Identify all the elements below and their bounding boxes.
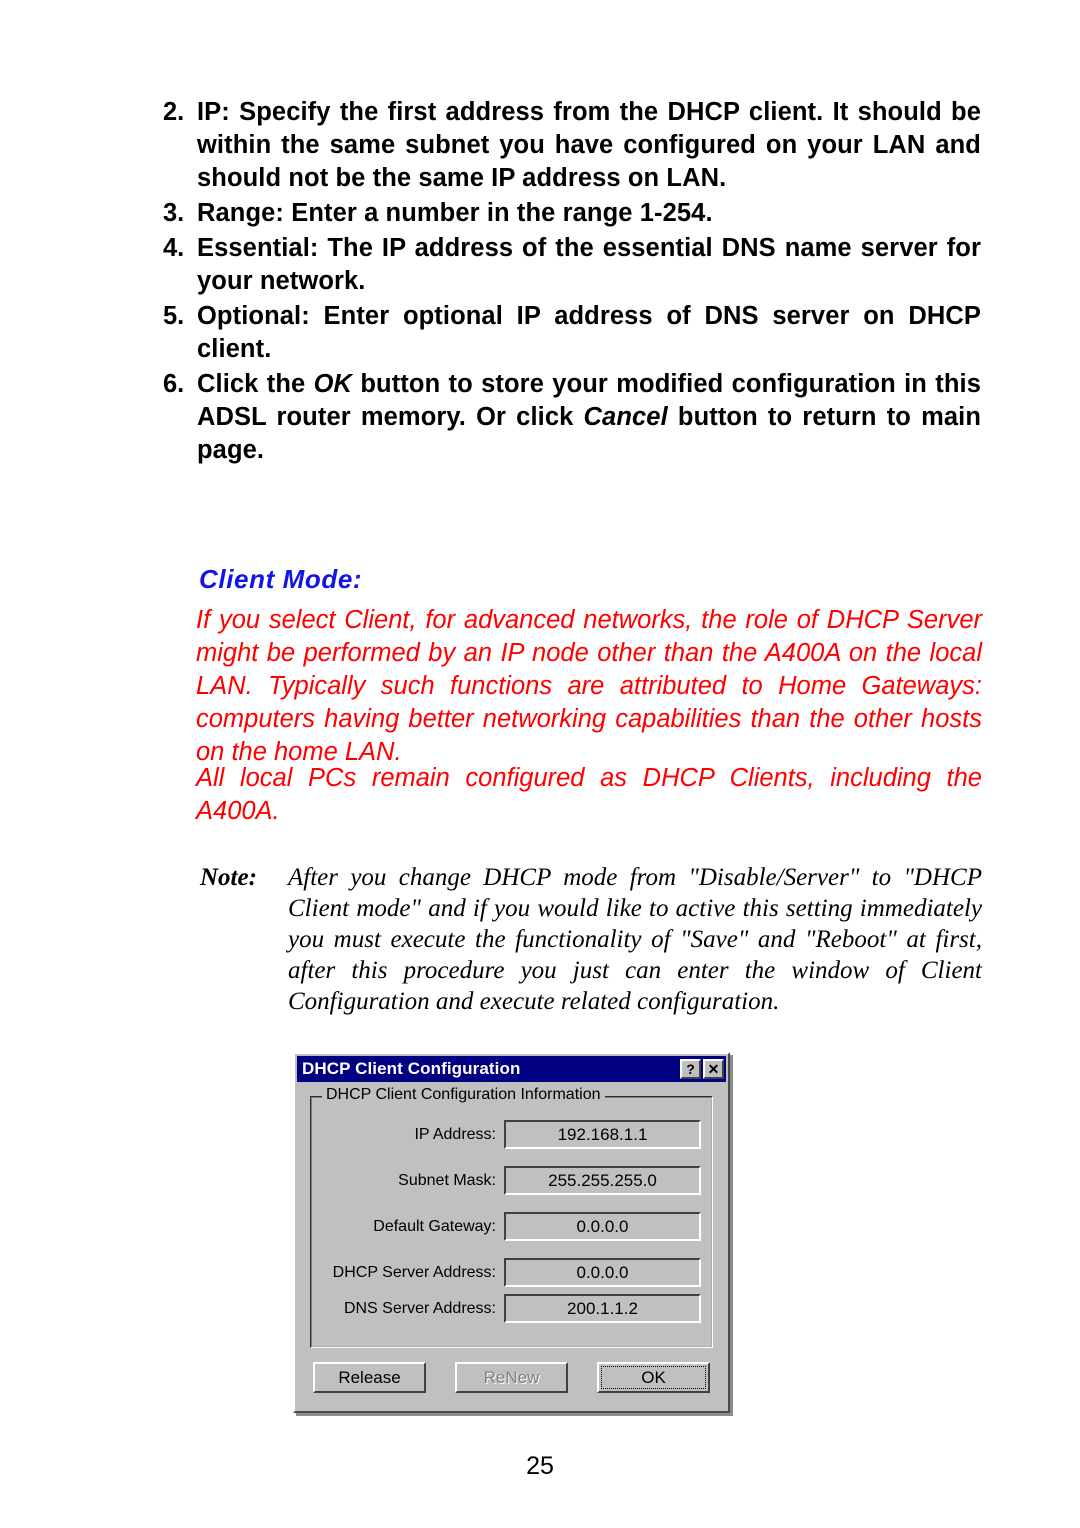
list-item: 5. Optional: Enter optional IP address o… xyxy=(163,300,981,366)
note-block: Note: After you change DHCP mode from "D… xyxy=(200,862,982,1017)
groupbox-legend: DHCP Client Configuration Information xyxy=(322,1086,605,1104)
subnet-mask-field[interactable]: 255.255.255.0 xyxy=(504,1166,701,1195)
list-item-text: Range: Enter a number in the range 1-254… xyxy=(197,199,713,227)
help-icon[interactable]: ? xyxy=(680,1059,701,1079)
note-text: After you change DHCP mode from "Disable… xyxy=(288,864,982,1015)
client-mode-paragraph-2: All local PCs remain configured as DHCP … xyxy=(196,764,982,825)
renew-button: ReNew xyxy=(455,1362,568,1393)
dhcp-server-address-label: DHCP Server Address: xyxy=(332,1263,496,1281)
client-mode-heading: Client Mode: xyxy=(199,564,363,594)
list-item-marker: 4. xyxy=(163,234,185,262)
list-item-marker: 3. xyxy=(163,199,185,227)
list-item: 3. Range: Enter a number in the range 1-… xyxy=(163,197,981,230)
release-button[interactable]: Release xyxy=(313,1362,426,1393)
list-item-text-part1: Click the xyxy=(197,370,314,398)
list-item-text: Optional: Enter optional IP address of D… xyxy=(197,302,981,363)
instruction-list: 2. IP: Specify the first address from th… xyxy=(163,96,981,469)
list-item-marker: 2. xyxy=(163,98,185,126)
list-item-text: IP: Specify the first address from the D… xyxy=(197,98,981,192)
list-item-text: Click the OK button to store your modifi… xyxy=(197,368,981,467)
configuration-information-groupbox: DHCP Client Configuration Information IP… xyxy=(310,1086,713,1348)
field-row-default-gateway: Default Gateway: 0.0.0.0 xyxy=(322,1212,701,1241)
dns-server-address-field[interactable]: 200.1.1.2 xyxy=(504,1294,701,1323)
close-icon[interactable]: ✕ xyxy=(703,1059,724,1079)
list-item: 2. IP: Specify the first address from th… xyxy=(163,96,981,195)
default-gateway-label: Default Gateway: xyxy=(373,1217,496,1235)
field-row-ip-address: IP Address: 192.168.1.1 xyxy=(322,1120,701,1149)
dhcp-client-configuration-dialog: DHCP Client Configuration ? ✕ DHCP Clien… xyxy=(293,1052,730,1413)
dialog-button-row: Release ReNew OK xyxy=(295,1348,728,1411)
list-item-marker: 5. xyxy=(163,302,185,330)
ok-emphasis: OK xyxy=(313,370,353,398)
list-item-six: 6. Click the OK button to store your mod… xyxy=(163,368,981,467)
dialog-title: DHCP Client Configuration xyxy=(302,1059,521,1078)
subnet-mask-label: Subnet Mask: xyxy=(398,1171,496,1189)
cancel-emphasis: Cancel xyxy=(583,403,668,431)
default-gateway-field[interactable]: 0.0.0.0 xyxy=(504,1212,701,1241)
field-row-subnet-mask: Subnet Mask: 255.255.255.0 xyxy=(322,1166,701,1195)
list-item-text: Essential: The IP address of the essenti… xyxy=(197,234,981,295)
dialog-titlebar[interactable]: DHCP Client Configuration ? ✕ xyxy=(297,1056,726,1082)
page-number: 25 xyxy=(526,1452,554,1480)
note-label: Note: xyxy=(200,864,257,891)
ok-button[interactable]: OK xyxy=(597,1362,710,1393)
list-item-marker: 6. xyxy=(163,370,185,398)
ip-address-label: IP Address: xyxy=(414,1125,496,1143)
dns-server-address-label: DNS Server Address: xyxy=(343,1299,496,1317)
ip-address-field[interactable]: 192.168.1.1 xyxy=(504,1120,701,1149)
field-row-dhcp-server-address: DHCP Server Address: 0.0.0.0 xyxy=(322,1258,701,1287)
client-mode-paragraph-1: If you select Client, for advanced netwo… xyxy=(196,606,982,766)
ok-button-label: OK xyxy=(641,1367,666,1387)
field-row-dns-server-address: DNS Server Address: 200.1.1.2 xyxy=(322,1294,701,1323)
dhcp-server-address-field[interactable]: 0.0.0.0 xyxy=(504,1258,701,1287)
list-item: 4. Essential: The IP address of the esse… xyxy=(163,232,981,298)
